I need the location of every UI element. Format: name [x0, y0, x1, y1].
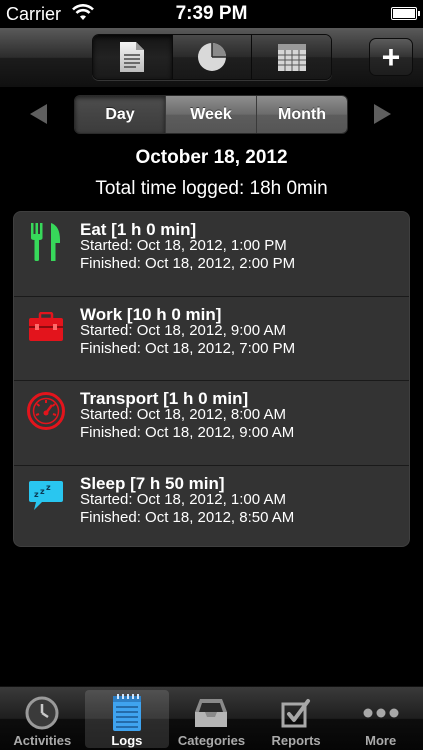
view-calendar-button[interactable] [252, 35, 331, 79]
log-started: Started: Oct 18, 2012, 8:00 AM [80, 406, 286, 423]
period-week-button[interactable]: Week [166, 96, 257, 133]
log-started: Started: Oct 18, 2012, 1:00 PM [80, 237, 287, 254]
log-item-sleep[interactable]: z z z Sleep [7 h 50 min] Started: Oct 18… [14, 466, 409, 547]
more-dots-icon [363, 695, 399, 731]
total-time-summary: Total time logged: 18h 0min [95, 178, 328, 199]
period-month-button[interactable]: Month [257, 96, 347, 133]
top-toolbar: + [0, 28, 423, 88]
inbox-tray-icon [193, 695, 229, 731]
toolbox-icon [26, 307, 66, 347]
next-period-arrow[interactable] [374, 104, 391, 124]
view-list-button[interactable] [93, 35, 173, 79]
tab-label: Activities [13, 733, 72, 748]
log-list: Eat [1 h 0 min] Started: Oct 18, 2012, 1… [13, 211, 410, 547]
status-time: 7:39 PM [175, 3, 248, 24]
log-finished: Finished: Oct 18, 2012, 7:00 PM [80, 339, 296, 357]
tab-logs[interactable]: Logs [84, 690, 170, 748]
tab-categories[interactable]: Categories [169, 687, 254, 750]
period-day-button[interactable]: Day [75, 96, 166, 133]
notepad-icon [109, 694, 145, 731]
calendar-icon [277, 44, 306, 71]
clock-icon [24, 695, 60, 731]
tab-label: Logs [111, 733, 143, 748]
pie-chart-icon [198, 43, 226, 71]
svg-text:z: z [46, 483, 51, 492]
checkbox-icon [278, 695, 314, 731]
tab-label: Categories [177, 733, 246, 748]
svg-text:z: z [40, 487, 45, 496]
speedometer-icon [26, 391, 66, 431]
date-title: October 18, 2012 [135, 147, 288, 168]
tab-label: Reports [271, 733, 321, 748]
sleep-bubble-icon: z z z [26, 476, 66, 516]
battery-icon [391, 7, 420, 20]
add-log-button[interactable]: + [369, 38, 413, 76]
log-item-work[interactable]: Work [10 h 0 min] Started: Oct 18, 2012,… [14, 297, 409, 381]
log-finished: Finished: Oct 18, 2012, 2:00 PM [80, 255, 296, 272]
tab-more[interactable]: More [338, 687, 423, 750]
tab-label: More [365, 733, 397, 748]
log-started: Started: Oct 18, 2012, 9:00 AM [80, 321, 286, 339]
document-icon [120, 42, 145, 72]
log-finished: Finished: Oct 18, 2012, 9:00 AM [80, 424, 295, 441]
previous-period-arrow[interactable] [30, 104, 47, 124]
view-switcher [92, 34, 332, 80]
log-item-transport[interactable]: Transport [1 h 0 min] Started: Oct 18, 2… [14, 381, 409, 466]
log-item-eat[interactable]: Eat [1 h 0 min] Started: Oct 18, 2012, 1… [14, 212, 409, 297]
status-bar: Carrier 7:39 PM [0, 0, 423, 28]
log-started: Started: Oct 18, 2012, 1:00 AM [80, 490, 286, 508]
svg-text:z: z [34, 490, 39, 499]
tab-activities[interactable]: Activities [0, 687, 85, 750]
tab-reports[interactable]: Reports [254, 687, 339, 750]
tab-bar: Activities Logs Categories Reports More [0, 686, 423, 750]
period-selector: Day Week Month [74, 95, 348, 134]
view-chart-button[interactable] [172, 35, 253, 79]
log-finished: Finished: Oct 18, 2012, 8:50 AM [80, 508, 295, 526]
fork-knife-icon [26, 222, 66, 262]
